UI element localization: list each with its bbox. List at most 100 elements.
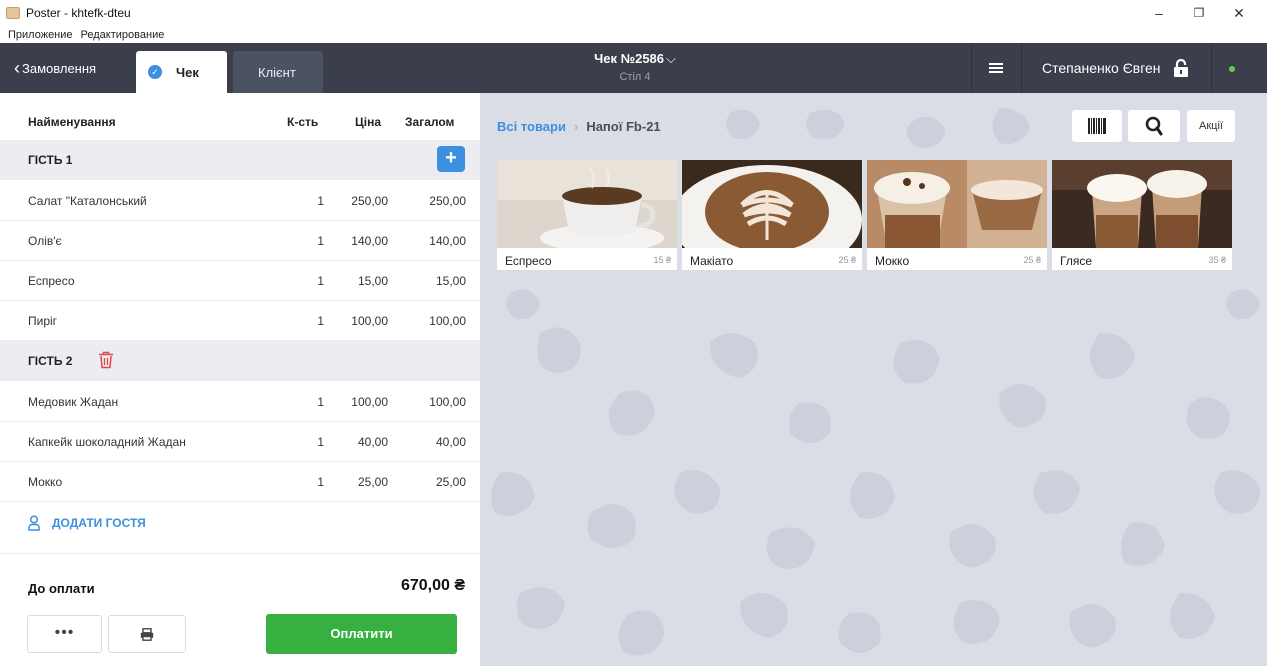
search-icon [1145, 116, 1163, 136]
product-name: Еспресо [505, 254, 552, 268]
promotions-label: Акції [1199, 120, 1223, 132]
guest-row-2[interactable]: ГІСТЬ 2 [0, 341, 480, 381]
order-item[interactable]: Салат "Каталонський 1 250,00 250,00 [0, 181, 480, 221]
item-price: 100,00 [351, 395, 388, 409]
guest-label: ГІСТЬ 2 [28, 354, 73, 368]
item-name: Медовик Жадан [28, 395, 119, 409]
unlock-icon[interactable] [1173, 58, 1189, 78]
product-price: 25 ₴ [1023, 255, 1041, 265]
window-title: Poster - khtefk-dteu [26, 6, 131, 20]
macchiato-photo [682, 160, 862, 248]
search-button[interactable] [1128, 110, 1180, 142]
divider [0, 553, 480, 554]
back-label: Замовлення [22, 60, 97, 76]
glace-photo [1052, 160, 1232, 248]
tab-check-label: Чек [176, 64, 199, 80]
item-name: Пиріг [28, 314, 58, 328]
item-total: 100,00 [429, 314, 466, 328]
menubar: Приложение Редактирование [0, 26, 1267, 43]
back-to-orders-button[interactable]: ‹ Замовлення [14, 43, 96, 93]
header-divider [1211, 43, 1212, 93]
order-item[interactable]: Медовик Жадан 1 100,00 100,00 [0, 382, 480, 422]
item-total: 100,00 [429, 395, 466, 409]
item-name: Капкейк шоколадний Жадан [28, 435, 186, 449]
order-item[interactable]: Еспресо 1 15,00 15,00 [0, 261, 480, 301]
product-price: 25 ₴ [838, 255, 856, 265]
product-card[interactable]: Глясе 35 ₴ [1052, 160, 1232, 270]
promotions-button[interactable]: Акції [1187, 110, 1235, 142]
tab-client[interactable]: Клієнт [233, 51, 323, 93]
product-name: Макіато [690, 254, 734, 268]
order-item[interactable]: Мокко 1 25,00 25,00 [0, 462, 480, 502]
guest-row-1[interactable]: ГІСТЬ 1 + [0, 140, 480, 180]
item-price: 140,00 [351, 234, 388, 248]
hamburger-icon [989, 63, 1003, 73]
catalog-panel: Всі товари › Напої Fb-21 Акції Еспресо 1… [480, 93, 1267, 666]
item-name: Салат "Каталонський [28, 194, 147, 208]
order-item[interactable]: Олів'є 1 140,00 140,00 [0, 221, 480, 261]
to-pay-total: 670,00 ₴ [400, 577, 465, 594]
check-circle-icon: ✓ [148, 65, 162, 79]
product-name: Глясе [1060, 254, 1092, 268]
col-qty: К-сть [287, 115, 319, 129]
minimize-button[interactable]: – [1139, 0, 1179, 26]
add-item-button[interactable]: + [437, 146, 465, 172]
item-price: 15,00 [357, 274, 388, 288]
barcode-icon [1088, 118, 1106, 134]
menu-button[interactable] [971, 43, 1021, 93]
printer-icon [140, 627, 154, 641]
product-card[interactable]: Мокко 25 ₴ [867, 160, 1047, 270]
app-icon [6, 7, 20, 19]
guest-label: ГІСТЬ 1 [28, 153, 73, 167]
to-pay-label: До оплати [28, 581, 95, 596]
breadcrumb-separator: › [573, 119, 579, 134]
receipt-title: Чек №2586 [594, 51, 665, 66]
item-total: 140,00 [429, 234, 466, 248]
item-qty: 1 [317, 475, 324, 489]
order-item[interactable]: Пиріг 1 100,00 100,00 [0, 301, 480, 341]
product-card[interactable]: Макіато 25 ₴ [682, 160, 862, 270]
chevron-down-icon: ⌵ [666, 51, 676, 66]
item-name: Олів'є [28, 234, 62, 248]
menu-edit[interactable]: Редактирование [81, 29, 165, 41]
breadcrumb: Всі товари › Напої Fb-21 [497, 119, 661, 134]
col-name: Найменування [28, 115, 116, 129]
window-titlebar: Poster - khtefk-dteu – ❐ ✕ [0, 0, 1267, 26]
item-price: 100,00 [351, 314, 388, 328]
close-button[interactable]: ✕ [1219, 0, 1259, 26]
item-total: 25,00 [435, 475, 466, 489]
item-qty: 1 [317, 194, 324, 208]
order-panel: Найменування К-сть Ціна Загалом ГІСТЬ 1 … [0, 93, 480, 666]
app-header: ‹ Замовлення ✓ Чек Клієнт Чек №2586 ⌵ Сті… [0, 43, 1267, 93]
item-total: 40,00 [435, 435, 466, 449]
tab-check[interactable]: ✓ Чек [136, 51, 227, 93]
more-options-button[interactable]: ••• [27, 615, 102, 653]
header-divider [1021, 43, 1022, 93]
pay-button[interactable]: Оплатити [266, 614, 457, 654]
window-controls: – ❐ ✕ [1139, 0, 1259, 26]
breadcrumb-current: Напої Fb-21 [586, 119, 661, 134]
item-price: 40,00 [357, 435, 388, 449]
product-card[interactable]: Еспресо 15 ₴ [497, 160, 677, 270]
order-item[interactable]: Капкейк шоколадний Жадан 1 40,00 40,00 [0, 422, 480, 462]
barcode-button[interactable] [1072, 110, 1122, 142]
receipt-selector[interactable]: Чек №2586 ⌵ [540, 51, 730, 67]
product-name: Мокко [875, 254, 910, 268]
tab-client-label: Клієнт [258, 64, 296, 80]
add-guest-label: ДОДАТИ ГОСТЯ [52, 516, 146, 530]
item-price: 25,00 [357, 475, 388, 489]
menu-app[interactable]: Приложение [8, 29, 73, 41]
breadcrumb-all-products[interactable]: Всі товари [497, 119, 566, 134]
user-name[interactable]: Степаненко Євген [1042, 43, 1161, 93]
item-total: 15,00 [435, 274, 466, 288]
trash-icon[interactable] [98, 351, 114, 369]
table-label: Стіл 4 [619, 71, 651, 83]
item-qty: 1 [317, 435, 324, 449]
item-qty: 1 [317, 234, 324, 248]
add-guest-button[interactable]: ДОДАТИ ГОСТЯ [28, 515, 146, 531]
item-name: Еспресо [28, 274, 75, 288]
product-price: 35 ₴ [1208, 255, 1226, 265]
print-button[interactable] [108, 615, 186, 653]
restore-button[interactable]: ❐ [1179, 0, 1219, 26]
item-name: Мокко [28, 475, 63, 489]
